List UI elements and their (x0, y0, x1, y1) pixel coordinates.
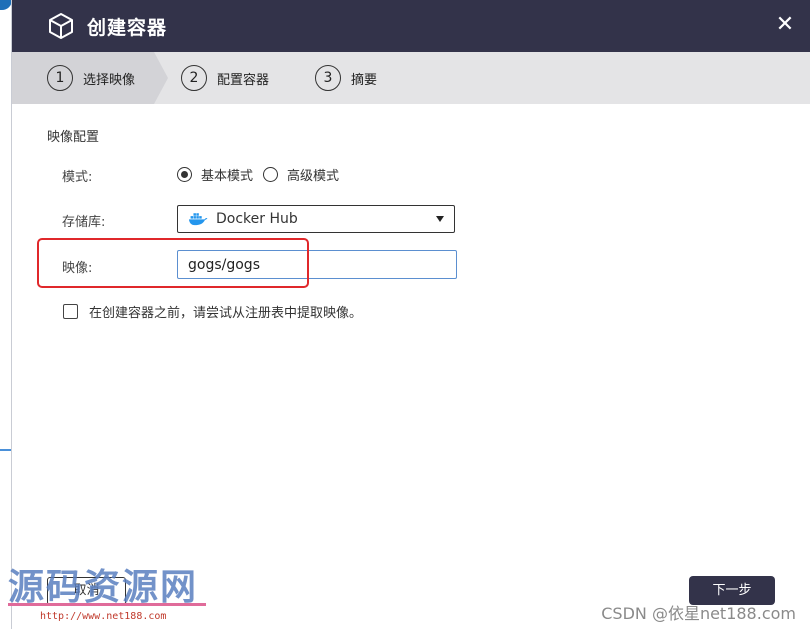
dialog-titlebar: 创建容器 ✕ (12, 0, 810, 52)
image-label: 映像: (62, 261, 93, 276)
pull-image-checkbox-label[interactable]: 在创建容器之前，请尝试从注册表中提取映像。 (89, 302, 362, 321)
site-watermark-url: http://www.net188.com (40, 611, 167, 622)
mode-radio-group: 基本模式 高级模式 (177, 165, 349, 184)
step-number: 2 (181, 65, 207, 91)
close-icon: ✕ (775, 12, 795, 37)
step-select-image: 1 选择映像 (47, 65, 135, 91)
active-step-arrow (154, 52, 168, 104)
section-title: 映像配置 (47, 130, 100, 145)
docker-icon (188, 213, 208, 226)
radio-advanced-mode[interactable] (263, 167, 279, 182)
radio-basic-mode-label[interactable]: 基本模式 (201, 165, 253, 184)
registry-select-value: Docker Hub (216, 211, 298, 227)
radio-basic-mode[interactable] (177, 167, 192, 182)
pull-image-checkbox[interactable] (63, 304, 78, 319)
dialog-title: 创建容器 (87, 17, 168, 39)
site-watermark-bar (8, 603, 206, 606)
step-label: 摘要 (351, 72, 378, 88)
pull-image-option: 在创建容器之前，请尝试从注册表中提取映像。 (63, 302, 362, 321)
registry-label: 存储库: (62, 215, 106, 230)
caret-down-icon (436, 216, 444, 222)
step-summary: 3 摘要 (315, 65, 377, 91)
cube-icon (49, 13, 73, 39)
step-number: 1 (47, 65, 73, 91)
background-window (0, 0, 12, 629)
wizard-steps: 1 选择映像 2 配置容器 3 摘要 (12, 52, 810, 104)
step-configure-container: 2 配置容器 (181, 65, 269, 91)
step-label: 配置容器 (217, 72, 270, 88)
image-input[interactable] (177, 250, 457, 279)
csdn-watermark: CSDN @依星net188.com (601, 604, 796, 623)
step-number: 3 (315, 65, 341, 91)
registry-select[interactable]: Docker Hub (177, 205, 455, 233)
create-container-dialog: 创建容器 ✕ 1 选择映像 2 配置容器 3 摘要 映像配置 模式: 基本模式 … (11, 0, 810, 629)
close-button[interactable]: ✕ (772, 12, 798, 38)
background-line (0, 449, 11, 451)
mode-label: 模式: (62, 170, 93, 185)
radio-advanced-mode-label[interactable]: 高级模式 (287, 165, 339, 184)
step-label: 选择映像 (83, 72, 136, 88)
